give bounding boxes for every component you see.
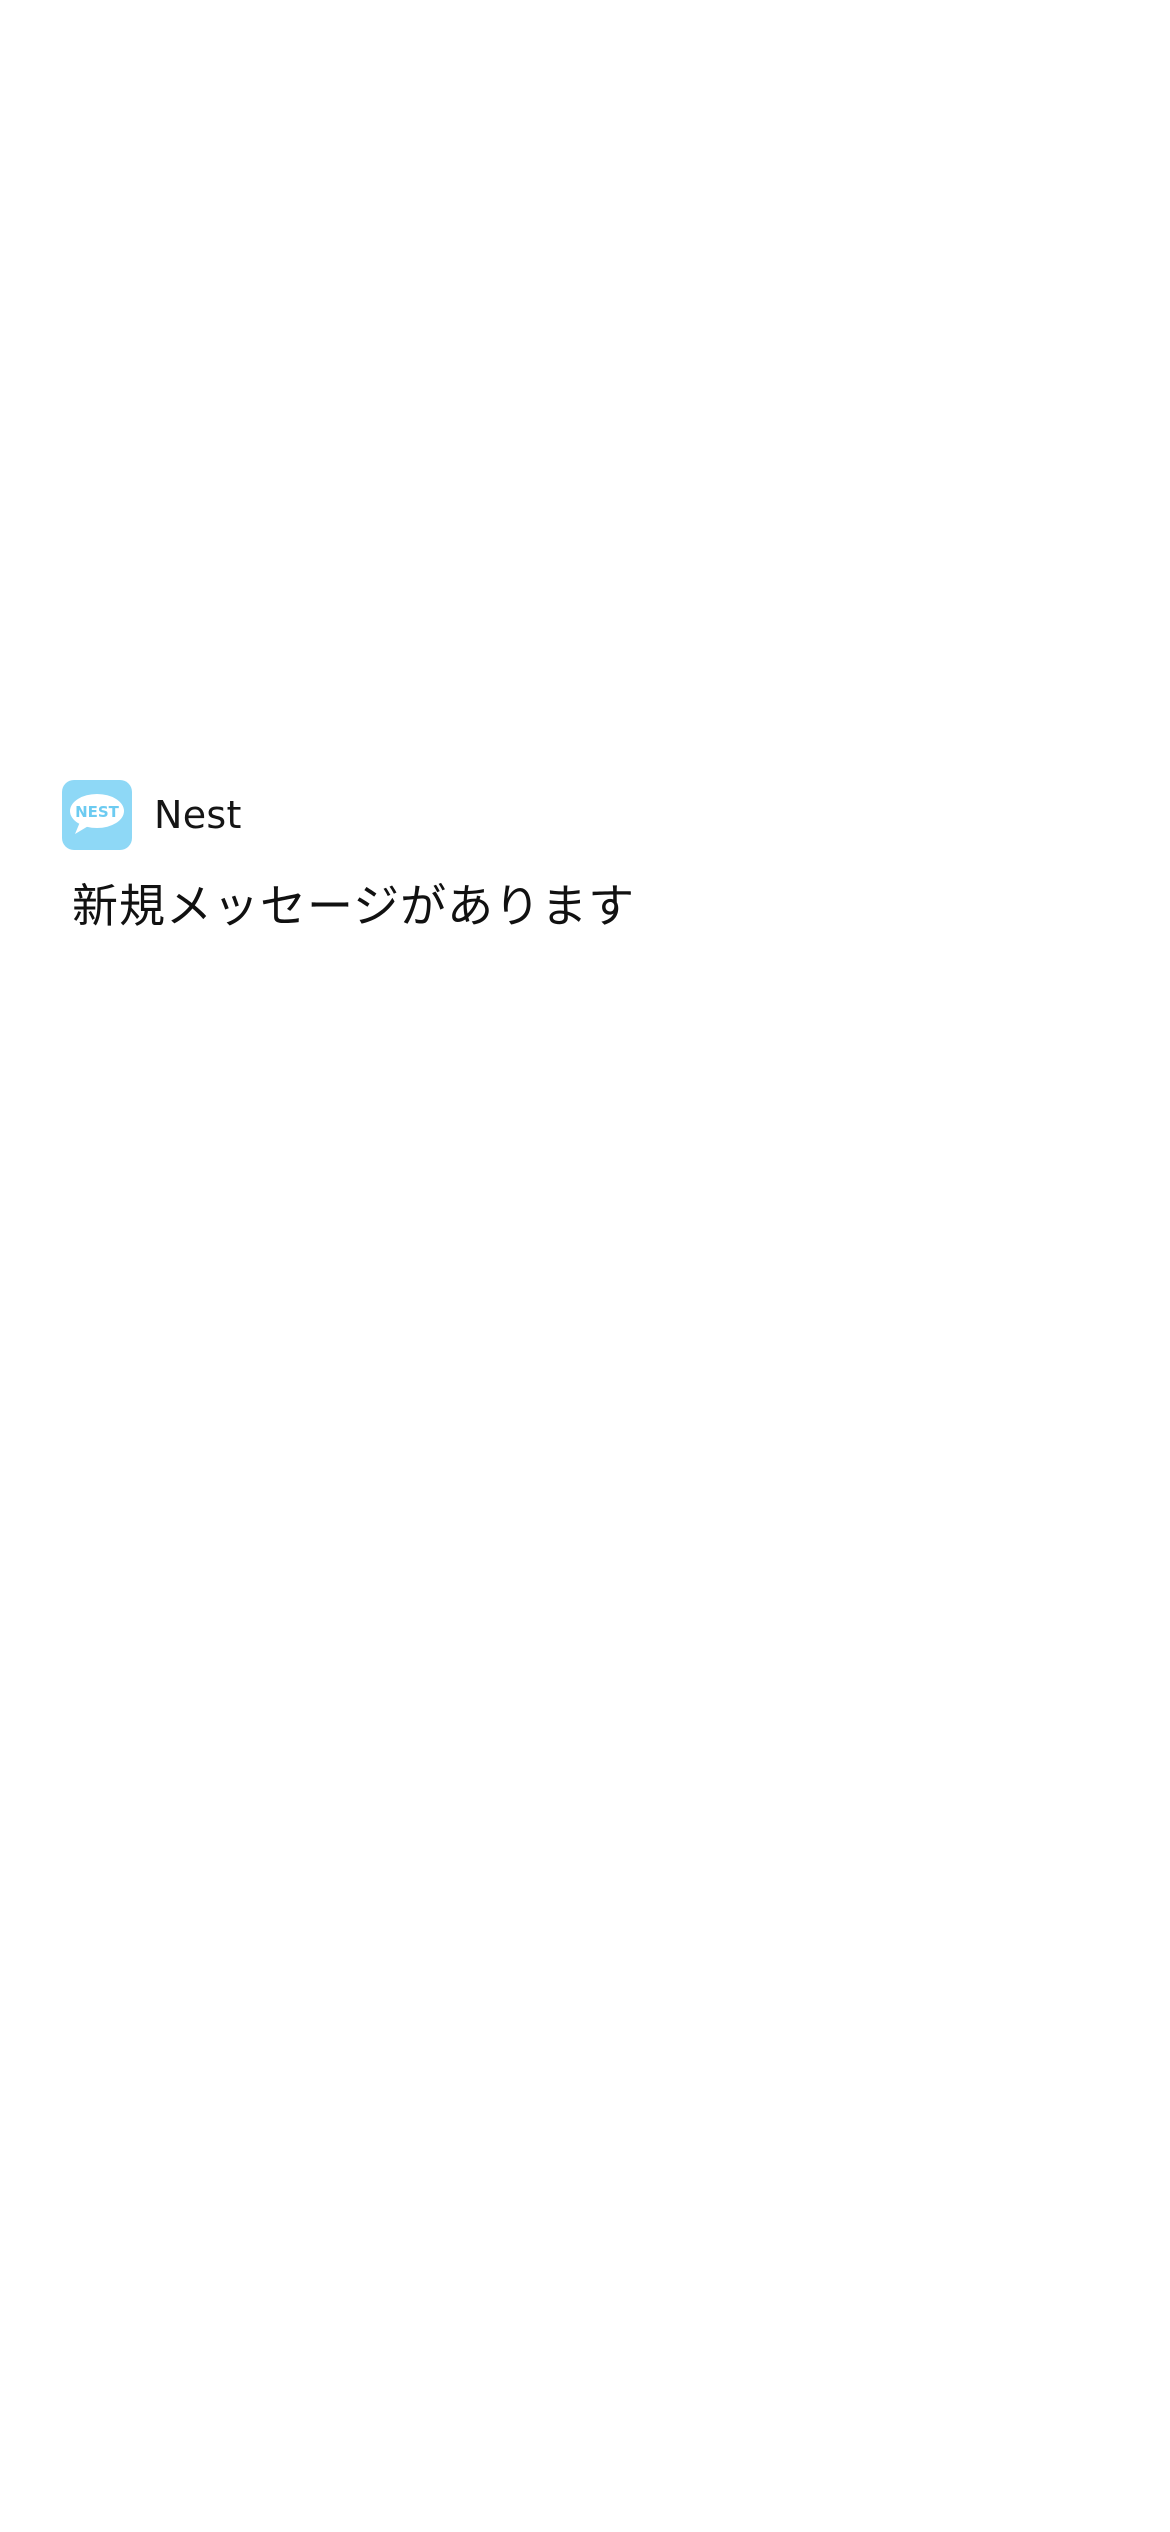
notification-screen: NEST Nest 新規メッセージがあります bbox=[0, 0, 1170, 2532]
notification-app-header: NEST Nest bbox=[62, 780, 1108, 850]
app-icon-text: NEST bbox=[75, 803, 120, 821]
nest-chat-bubble-icon: NEST bbox=[62, 780, 132, 850]
notification-card[interactable]: NEST Nest 新規メッセージがあります bbox=[62, 780, 1108, 938]
app-name: Nest bbox=[154, 793, 242, 837]
notification-message: 新規メッセージがあります bbox=[72, 879, 636, 933]
